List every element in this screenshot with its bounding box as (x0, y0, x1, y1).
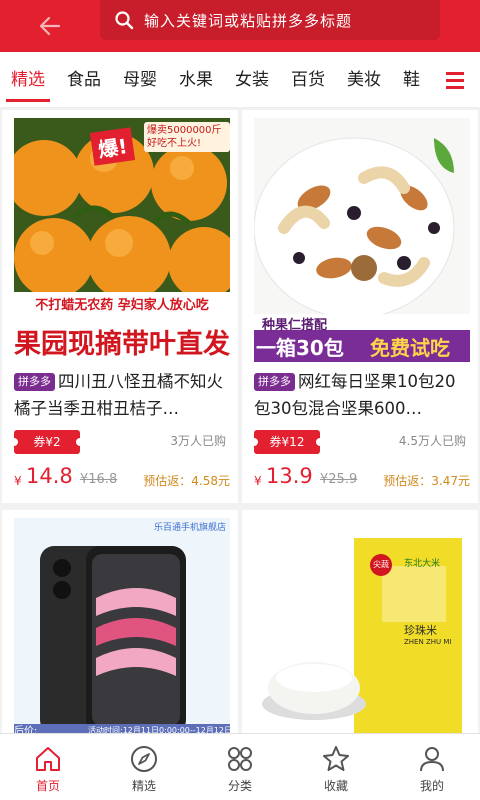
product-image-phone: 乐百通手机旗舰店 后价: 活动时间:12月11日0:00:00--12月12日2… (14, 518, 230, 740)
coupon-badge[interactable]: 券¥2 (10, 430, 84, 454)
platform-badge: 拼多多 (14, 373, 55, 391)
coupon-badge[interactable]: 券¥12 (250, 430, 324, 454)
product-title: 拼多多 网红每日坚果10包20包30包混合坚果600… (254, 368, 470, 422)
tab-baby[interactable]: 母婴 (112, 52, 168, 107)
product-image-oranges: 爆! 爆卖5000000斤 好吃不上火! 不打蜡无农药 孕妇家人放心吃 果园现摘… (14, 118, 230, 362)
star-icon (323, 746, 349, 771)
search-input[interactable]: 输入关键词或粘贴拼多多标题 (100, 0, 440, 40)
image-slogan-2: 果园现摘带叶直发 (14, 329, 230, 360)
currency-symbol: ¥ (254, 474, 262, 488)
nav-home[interactable]: 首页 (0, 734, 96, 800)
home-icon (36, 747, 60, 771)
image-pinyin: ZHEN ZHU MI (404, 638, 452, 646)
image-slogan-2: 一箱30包 (256, 336, 344, 360)
tab-shoes[interactable]: 鞋 (392, 52, 431, 107)
original-price: ¥25.9 (320, 472, 358, 487)
current-price: 14.8 (26, 464, 73, 488)
currency-symbol: ¥ (14, 474, 22, 488)
product-card[interactable]: 种果仁搭配 一箱30包 免费试吃 拼多多 网红每日坚果10包20包30包混合坚果6… (242, 110, 478, 503)
image-burst-label: 爆! (89, 127, 136, 166)
compass-icon (131, 746, 157, 772)
image-product-name: 珍珠米 (404, 624, 437, 637)
arrow-left-icon (39, 16, 61, 36)
current-price: 13.9 (266, 464, 313, 488)
nav-featured[interactable]: 精选 (96, 734, 192, 800)
image-tag: 爆卖5000000斤 好吃不上火! (144, 122, 230, 152)
image-slogan-1: 不打蜡无农药 孕妇家人放心吃 (35, 298, 209, 313)
tab-womens-clothing[interactable]: 女装 (224, 52, 280, 107)
tab-fruit[interactable]: 水果 (168, 52, 224, 107)
product-title: 拼多多 四川丑八怪丑橘不知火橘子当季丑柑丑桔子… (14, 368, 230, 422)
nav-categories[interactable]: 分类 (192, 734, 288, 800)
tab-beauty[interactable]: 美妆 (336, 52, 392, 107)
search-placeholder: 输入关键词或粘贴拼多多标题 (144, 11, 353, 30)
price-row: ¥ 13.9 ¥25.9 预估返：3.47元 (254, 462, 470, 492)
image-store-tag: 乐百通手机旗舰店 (153, 523, 226, 533)
grid-icon (228, 747, 252, 771)
product-card[interactable]: 尖蔬 东北大米 珍珠米 ZHEN ZHU MI (242, 510, 478, 740)
nav-profile[interactable]: 我的 (384, 734, 480, 800)
original-price: ¥16.8 (80, 472, 118, 487)
category-tabs: 精选 食品 母婴 水果 女装 百货 美妆 鞋 (0, 52, 480, 108)
bottom-nav: 首页 精选 分类 收藏 我的 (0, 733, 480, 800)
search-icon (115, 11, 134, 30)
category-menu-button[interactable] (430, 52, 480, 107)
product-card[interactable]: 乐百通手机旗舰店 后价: 活动时间:12月11日0:00:00--12月12日2… (2, 510, 238, 740)
menu-icon (446, 70, 464, 91)
tab-food[interactable]: 食品 (56, 52, 112, 107)
image-seal: 尖蔬 (370, 554, 392, 576)
user-icon (420, 747, 444, 772)
back-button[interactable] (0, 0, 100, 52)
product-image-rice: 尖蔬 东北大米 珍珠米 ZHEN ZHU MI (254, 518, 470, 740)
estimated-rebate: 预估返：4.58元 (143, 474, 230, 488)
image-brand: 东北大米 (404, 559, 441, 569)
image-slogan-1: 种果仁搭配 (262, 318, 328, 333)
tab-jingxuan[interactable]: 精选 (0, 52, 56, 107)
sold-count: 4.5万人已购 (398, 434, 466, 448)
sold-count: 3万人已购 (170, 434, 226, 448)
price-row: ¥ 14.8 ¥16.8 预估返：4.58元 (14, 462, 230, 492)
nav-favorites[interactable]: 收藏 (288, 734, 384, 800)
image-slogan-3: 免费试吃 (370, 336, 450, 360)
platform-badge: 拼多多 (254, 373, 295, 391)
tab-general-goods[interactable]: 百货 (280, 52, 336, 107)
estimated-rebate: 预估返：3.47元 (383, 474, 470, 488)
product-card[interactable]: 爆! 爆卖5000000斤 好吃不上火! 不打蜡无农药 孕妇家人放心吃 果园现摘… (2, 110, 238, 503)
top-bar: 输入关键词或粘贴拼多多标题 (0, 0, 480, 52)
product-image-nuts: 种果仁搭配 一箱30包 免费试吃 (254, 118, 470, 362)
